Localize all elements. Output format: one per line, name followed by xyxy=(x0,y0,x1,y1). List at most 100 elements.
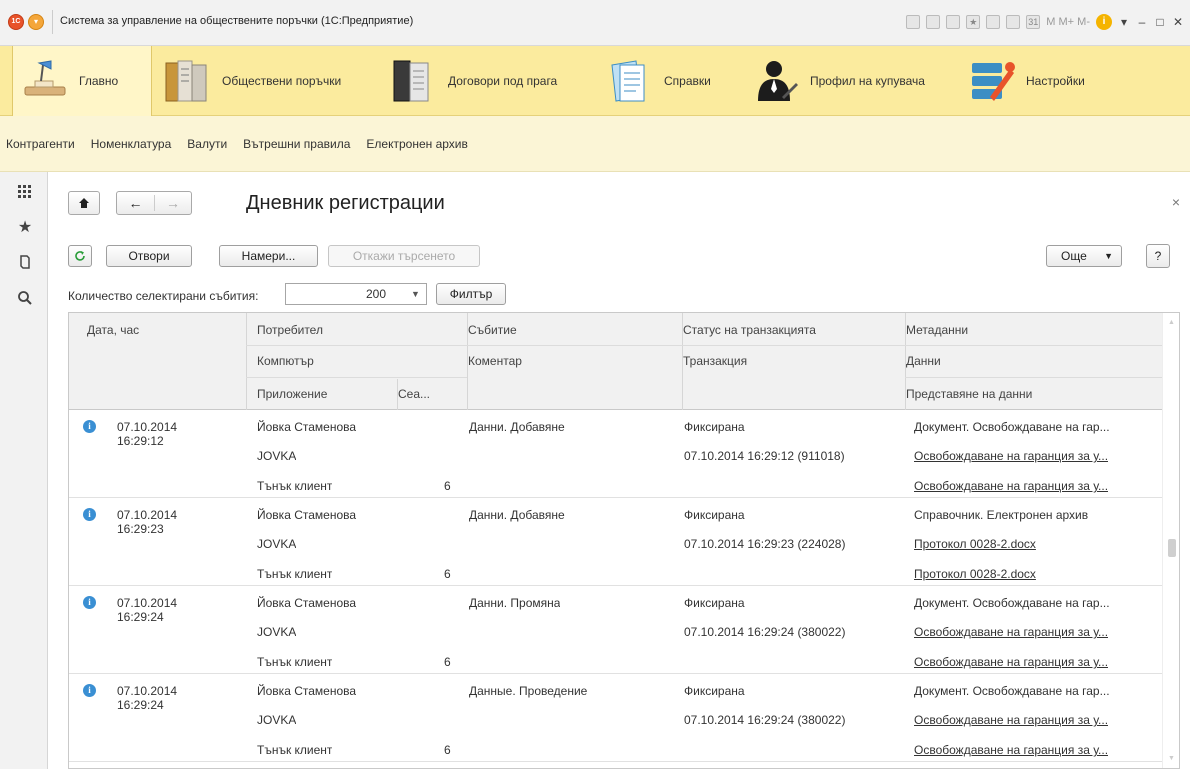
arrow-right-icon[interactable]: → xyxy=(155,195,191,211)
info-event-icon: i xyxy=(83,508,96,521)
home-button[interactable] xyxy=(68,191,100,215)
preview-icon[interactable] xyxy=(946,15,961,29)
row-transaction: 07.10.2014 16:29:12 (911018) xyxy=(684,449,845,463)
scroll-down-icon[interactable]: ▼ xyxy=(1168,755,1175,762)
row-data-link[interactable]: Освобождаване на гаранция за у... xyxy=(914,713,1108,727)
header-application[interactable]: Приложение xyxy=(247,379,327,409)
section-reports[interactable]: Справки xyxy=(606,46,711,116)
more-button[interactable]: Още ▼ xyxy=(1046,245,1122,267)
row-event: Данни. Добавяне xyxy=(469,508,565,522)
qty-input[interactable]: 200 xyxy=(285,283,407,305)
subnav-item-nomenclature[interactable]: Номенклатура xyxy=(91,137,172,151)
calendar-icon[interactable]: 31 xyxy=(1026,15,1041,29)
row-application: Тънък клиент xyxy=(257,479,333,493)
scroll-thumb[interactable] xyxy=(1168,539,1176,557)
row-status: Фиксирана xyxy=(684,420,745,434)
open-button[interactable]: Отвори xyxy=(106,245,192,267)
row-data-link[interactable]: Освобождаване на гаранция за у... xyxy=(914,625,1108,639)
apps-grid-icon[interactable] xyxy=(17,184,33,200)
header-date[interactable]: Дата, час xyxy=(77,315,139,345)
row-application: Тънък клиент xyxy=(257,743,333,757)
filter-button[interactable]: Филтър xyxy=(436,283,506,305)
header-user[interactable]: Потребител xyxy=(247,315,323,345)
row-presentation-link[interactable]: Освобождаване на гаранция за у... xyxy=(914,743,1108,757)
row-session: 6 xyxy=(444,567,451,581)
scroll-up-icon[interactable]: ▲ xyxy=(1168,319,1175,326)
close-window-icon[interactable]: ✕ xyxy=(1172,15,1184,29)
header-transaction-status[interactable]: Статус на транзакцията xyxy=(673,315,816,345)
row-event: Данни. Промяна xyxy=(469,596,561,610)
row-presentation-link[interactable]: Протокол 0028-2.docx xyxy=(914,567,1036,581)
main-content: ← → Дневник регистрации × Отвори Намери.… xyxy=(49,172,1190,769)
events-table[interactable]: Дата, час Потребител Компютър Приложение… xyxy=(68,312,1180,769)
calculator-icon[interactable] xyxy=(1006,15,1021,29)
page-title: Дневник регистрации xyxy=(246,192,445,214)
header-divider xyxy=(905,313,906,410)
save-icon[interactable] xyxy=(906,15,921,29)
maximize-icon[interactable]: □ xyxy=(1154,15,1166,29)
table-body: i 07.10.2014 16:29:12 Йовка Стаменова JO… xyxy=(69,410,1163,768)
row-user: Йовка Стаменова xyxy=(257,684,357,698)
help-button[interactable]: ? xyxy=(1146,244,1170,268)
section-label: Настройки xyxy=(1026,74,1085,88)
table-scrollbar[interactable]: ▲ ▼ xyxy=(1162,313,1179,768)
header-metadata[interactable]: Метаданни xyxy=(896,315,968,345)
star-icon[interactable]: ★ xyxy=(17,220,33,236)
documents-icon xyxy=(606,57,654,105)
row-date: 07.10.2014 xyxy=(117,420,178,434)
close-form-icon[interactable]: × xyxy=(1172,194,1180,210)
row-time: 16:29:24 xyxy=(117,610,164,624)
link-icon[interactable] xyxy=(986,15,1001,29)
section-settings[interactable]: Настройки xyxy=(968,46,1085,116)
section-label: Обществени поръчки xyxy=(222,74,342,88)
qty-dropdown-icon[interactable]: ▼ xyxy=(405,283,427,305)
row-data-link[interactable]: Освобождаване на гаранция за у... xyxy=(914,449,1108,463)
section-public-procurement[interactable]: Обществени поръчки xyxy=(164,46,341,116)
refresh-icon xyxy=(75,251,85,261)
header-computer[interactable]: Компютър xyxy=(247,346,314,376)
archive-folders-icon xyxy=(164,57,212,105)
subnav-item-electronic-archive[interactable]: Електронен архив xyxy=(366,137,467,151)
find-button[interactable]: Намери... xyxy=(219,245,318,267)
history-icon[interactable] xyxy=(17,254,33,270)
search-icon[interactable] xyxy=(17,290,33,306)
chevron-down-icon: ▼ xyxy=(1104,251,1113,261)
header-transaction[interactable]: Транзакция xyxy=(673,346,747,376)
minimize-icon[interactable]: – xyxy=(1136,15,1148,29)
row-data-link[interactable]: Протокол 0028-2.docx xyxy=(914,537,1036,551)
row-time: 16:29:12 xyxy=(117,434,164,448)
row-computer: JOVKA xyxy=(257,713,297,727)
subnav-item-internal-rules[interactable]: Вътрешни правила xyxy=(243,137,350,151)
refresh-button[interactable] xyxy=(68,245,92,267)
header-data-presentation[interactable]: Представяне на данни xyxy=(896,379,1032,409)
section-buyer-profile[interactable]: Профил на купувача xyxy=(752,46,925,116)
header-data[interactable]: Данни xyxy=(896,346,941,376)
info-icon[interactable]: i xyxy=(1096,14,1112,30)
print-icon[interactable] xyxy=(926,15,941,29)
row-event: Данни. Добавяне xyxy=(469,420,565,434)
row-presentation-link[interactable]: Освобождаване на гаранция за у... xyxy=(914,655,1108,669)
subnav-item-currencies[interactable]: Валути xyxy=(187,137,227,151)
section-main[interactable]: Главно xyxy=(12,46,152,116)
main-menu-icon[interactable]: ▾ xyxy=(28,14,44,30)
memory-buttons[interactable]: M M+ M- xyxy=(1046,16,1090,28)
info-dropdown-icon[interactable]: ▾ xyxy=(1118,15,1130,29)
cancel-search-button[interactable]: Откажи търсенето xyxy=(328,245,480,267)
row-date: 07.10.2014 xyxy=(117,684,178,698)
favorites-icon[interactable]: ★ xyxy=(966,15,981,29)
section-label: Справки xyxy=(664,74,711,88)
info-event-icon: i xyxy=(83,420,96,433)
row-presentation-link[interactable]: Освобождаване на гаранция за у... xyxy=(914,479,1108,493)
row-date: 07.10.2014 xyxy=(117,596,178,610)
table-row[interactable]: i 07.10.2014 16:29:24 Йовка Стаменова JO… xyxy=(69,586,1163,674)
subnav-item-counterparties[interactable]: Контрагенти xyxy=(6,137,75,151)
header-session[interactable]: Сеа... xyxy=(388,379,430,409)
section-contracts-below-threshold[interactable]: Договори под прага xyxy=(390,46,557,116)
table-row[interactable]: i 07.10.2014 16:29:23 Йовка Стаменова JO… xyxy=(69,498,1163,586)
arrow-left-icon[interactable]: ← xyxy=(117,195,154,211)
table-row[interactable]: i 07.10.2014 16:29:24 Йовка Стаменова JO… xyxy=(69,674,1163,762)
row-application: Тънък клиент xyxy=(257,655,333,669)
table-row[interactable]: i 07.10.2014 16:29:12 Йовка Стаменова JO… xyxy=(69,410,1163,498)
app-logo-icon[interactable]: 1С xyxy=(8,14,24,30)
row-transaction: 07.10.2014 16:29:23 (224028) xyxy=(684,537,846,551)
